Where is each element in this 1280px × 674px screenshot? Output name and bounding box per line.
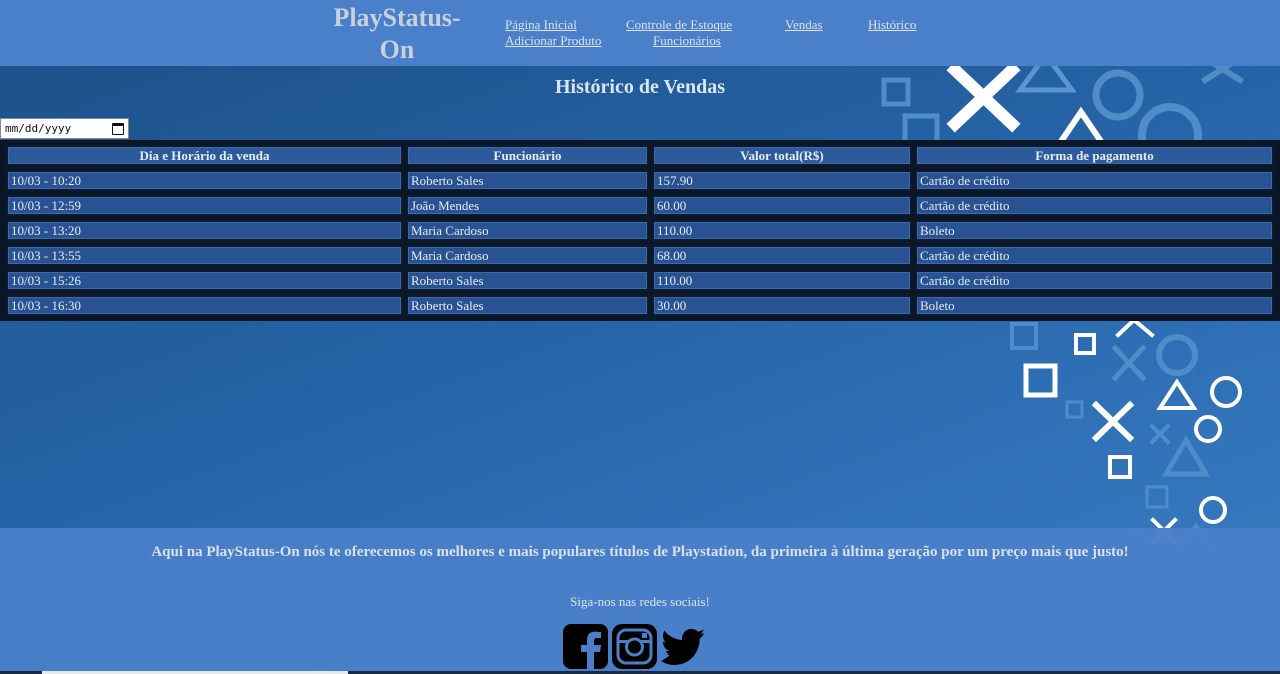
column-header-datetime: Dia e Horário da venda — [6, 145, 403, 166]
cell-payment: Cartão de crédito — [915, 270, 1274, 291]
twitter-icon[interactable] — [661, 624, 706, 669]
cell-datetime: 10/03 - 13:20 — [6, 220, 403, 241]
table-row: 10/03 - 12:59 João Mendes 60.00 Cartão d… — [6, 195, 1274, 216]
nav-link-adicionar-produto[interactable]: Adicionar Produto — [505, 33, 601, 49]
sales-history-table: Dia e Horário da venda Funcionário Valor… — [3, 141, 1277, 320]
footer: Aqui na PlayStatus-On nós te oferecemos … — [0, 528, 1280, 674]
date-filter-placeholder: mm/dd/yyyy — [5, 122, 72, 135]
nav-link-pagina-inicial[interactable]: Página Inicial — [505, 17, 577, 33]
footer-tagline: Aqui na PlayStatus-On nós te oferecemos … — [151, 544, 1129, 560]
date-filter-input[interactable]: mm/dd/yyyy — [0, 118, 129, 139]
table-row: 10/03 - 10:20 Roberto Sales 157.90 Cartã… — [6, 170, 1274, 191]
cell-datetime: 10/03 - 10:20 — [6, 170, 403, 191]
cell-employee: Roberto Sales — [406, 270, 649, 291]
cell-total: 60.00 — [652, 195, 912, 216]
table-row: 10/03 - 13:20 Maria Cardoso 110.00 Bolet… — [6, 220, 1274, 241]
cell-total: 30.00 — [652, 295, 912, 316]
cell-datetime: 10/03 - 13:55 — [6, 245, 403, 266]
cell-total: 157.90 — [652, 170, 912, 191]
column-header-employee: Funcionário — [406, 145, 649, 166]
column-header-total: Valor total(R$) — [652, 145, 912, 166]
footer-follow-text: Siga-nos nas redes sociais! — [570, 594, 710, 609]
cell-datetime: 10/03 - 12:59 — [6, 195, 403, 216]
cell-employee: Maria Cardoso — [406, 245, 649, 266]
cell-payment: Boleto — [915, 295, 1274, 316]
nav-link-historico[interactable]: Histórico — [868, 17, 916, 33]
cell-payment: Cartão de crédito — [915, 245, 1274, 266]
table-row: 10/03 - 15:26 Roberto Sales 110.00 Cartã… — [6, 270, 1274, 291]
cell-total: 110.00 — [652, 220, 912, 241]
cell-employee: Roberto Sales — [406, 170, 649, 191]
table-row: 10/03 - 13:55 Maria Cardoso 68.00 Cartão… — [6, 245, 1274, 266]
top-navbar: PlayStatus-On Página Inicial Controle de… — [0, 0, 1280, 66]
cell-datetime: 10/03 - 15:26 — [6, 270, 403, 291]
table-row: 10/03 - 16:30 Roberto Sales 30.00 Boleto — [6, 295, 1274, 316]
cell-datetime: 10/03 - 16:30 — [6, 295, 403, 316]
cell-total: 68.00 — [652, 245, 912, 266]
cell-payment: Cartão de crédito — [915, 195, 1274, 216]
cell-employee: João Mendes — [406, 195, 649, 216]
page-title: Histórico de Vendas — [554, 76, 726, 98]
facebook-icon[interactable] — [563, 624, 608, 669]
sales-history-table-container: Dia e Horário da venda Funcionário Valor… — [0, 140, 1280, 321]
nav-link-controle-estoque[interactable]: Controle de Estoque — [626, 17, 732, 33]
instagram-icon[interactable] — [612, 624, 657, 669]
cell-payment: Cartão de crédito — [915, 170, 1274, 191]
table-header-row: Dia e Horário da venda Funcionário Valor… — [6, 145, 1274, 166]
cell-employee: Maria Cardoso — [406, 220, 649, 241]
calendar-icon[interactable] — [112, 122, 124, 135]
nav-link-vendas[interactable]: Vendas — [785, 17, 823, 33]
social-links — [563, 624, 706, 669]
nav-link-funcionarios[interactable]: Funcionários — [653, 33, 721, 49]
cell-payment: Boleto — [915, 220, 1274, 241]
cell-employee: Roberto Sales — [406, 295, 649, 316]
column-header-payment: Forma de pagamento — [915, 145, 1274, 166]
cell-total: 110.00 — [652, 270, 912, 291]
brand-logo-text[interactable]: PlayStatus-On — [322, 2, 472, 66]
